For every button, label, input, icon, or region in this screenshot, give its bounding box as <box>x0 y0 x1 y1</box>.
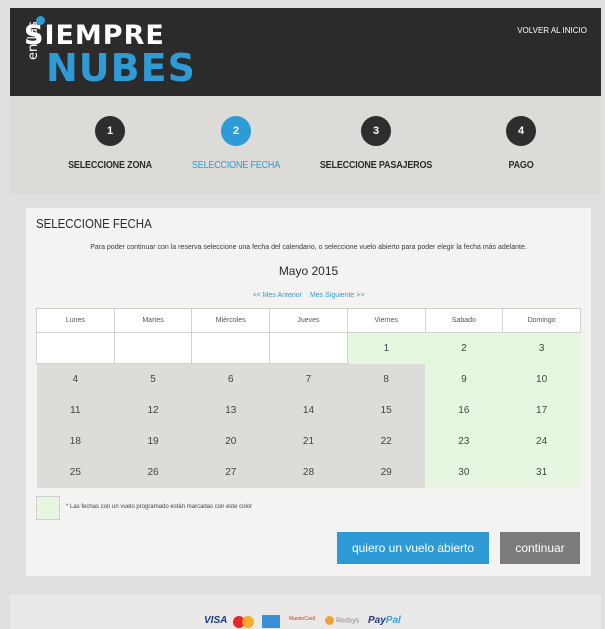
calendar-day[interactable]: 13 <box>191 394 270 426</box>
calendar-week: 4 5 6 7 8 9 10 <box>36 363 581 395</box>
step-label-2: SELECCIONE FECHA <box>191 160 281 171</box>
steps-progress: 1 SELECCIONE ZONA 2 SELECCIONE FECHA 3 S… <box>10 96 601 194</box>
mastercard-securecode-logo: MasterCard <box>289 616 316 622</box>
calendar-day[interactable]: 30 <box>425 456 503 488</box>
calendar-empty-cell <box>269 332 348 364</box>
logo-line2: NUBES <box>46 46 196 90</box>
step-number-4: 4 <box>506 116 536 146</box>
calendar-day[interactable]: 27 <box>191 456 270 488</box>
step-payment[interactable]: 4 PAGO <box>451 116 591 171</box>
calendar-day[interactable]: 15 <box>347 394 426 426</box>
calendar-grid: Lunes Martes Miércoles Jueves Viernes Sa… <box>36 308 581 488</box>
next-month-link[interactable]: Mes Siguiente >> <box>310 292 364 299</box>
weekday-sun: Domingo <box>502 308 581 333</box>
month-title: Mayo 2015 <box>278 264 339 278</box>
calendar-day[interactable]: 5 <box>114 363 192 395</box>
amex-icon <box>262 615 280 628</box>
step-number-2: 2 <box>221 116 251 146</box>
calendar-day[interactable]: 10 <box>502 363 581 395</box>
calendar-day[interactable]: 17 <box>502 394 581 426</box>
site-header: SIEMPRE en las NUBES VOLVER AL INICIO <box>10 8 601 96</box>
date-selection-card: SELECCIONE FECHA Para poder continuar co… <box>26 208 591 576</box>
weekday-sat: Sabado <box>424 308 504 333</box>
calendar-day[interactable]: 16 <box>425 394 503 426</box>
calendar-day[interactable]: 9 <box>425 363 503 395</box>
calendar-day[interactable]: 29 <box>347 456 426 488</box>
step-number-1: 1 <box>95 116 125 146</box>
card-title: SELECCIONE FECHA <box>36 216 152 231</box>
card-description: Para poder continuar con la reserva sele… <box>90 244 527 251</box>
calendar-day[interactable]: 24 <box>502 425 581 457</box>
back-to-home-link[interactable]: VOLVER AL INICIO <box>517 26 587 35</box>
calendar-week: 18 19 20 21 22 23 24 <box>36 425 581 457</box>
site-logo[interactable]: SIEMPRE en las NUBES <box>24 16 195 94</box>
open-flight-button[interactable]: quiero un vuelo abierto <box>337 532 489 564</box>
legend-text: * Las fechas con un vuelo programado est… <box>66 504 253 510</box>
weekday-header-row: Lunes Martes Miércoles Jueves Viernes Sa… <box>36 308 581 333</box>
weekday-wed: Miércoles <box>191 308 271 333</box>
calendar-day[interactable]: 18 <box>36 425 115 457</box>
calendar-day[interactable]: 6 <box>191 363 270 395</box>
calendar-week: 25 26 27 28 29 30 31 <box>36 456 581 488</box>
calendar-day[interactable]: 2 <box>425 332 503 364</box>
step-label-1: SELECCIONE ZONA <box>68 160 152 171</box>
legend-color-swatch <box>36 496 60 520</box>
payment-footer: VISA MasterCard Redsys PayPal <box>10 594 601 629</box>
calendar-day[interactable]: 31 <box>502 456 581 488</box>
weekday-tue: Martes <box>113 308 193 333</box>
step-date[interactable]: 2 SELECCIONE FECHA <box>166 116 306 171</box>
weekday-mon: Lunes <box>36 308 115 333</box>
calendar-day[interactable]: 8 <box>347 363 426 395</box>
logo-small-text: en las <box>26 21 41 60</box>
mastercard-icon <box>233 616 255 628</box>
continue-button[interactable]: continuar <box>500 532 580 564</box>
weekday-fri: Viernes <box>346 308 426 333</box>
month-navigation: << Mes Anterior Mes Siguiente >> <box>26 292 591 299</box>
weekday-thu: Jueves <box>269 308 348 333</box>
prev-month-link[interactable]: << Mes Anterior <box>253 292 302 299</box>
redsys-logo: Redsys <box>325 616 359 625</box>
calendar-day[interactable]: 21 <box>269 425 348 457</box>
calendar-empty-cell <box>36 332 115 364</box>
step-label-4: PAGO <box>508 160 534 171</box>
paypal-logo: PayPal <box>368 615 401 626</box>
step-label-3: SELECCIONE PASAJEROS <box>319 160 433 171</box>
calendar-day[interactable]: 23 <box>425 425 503 457</box>
calendar-day[interactable]: 25 <box>36 456 115 488</box>
calendar-day[interactable]: 11 <box>36 394 115 426</box>
calendar-day[interactable]: 1 <box>347 332 426 364</box>
calendar-day[interactable]: 14 <box>269 394 348 426</box>
calendar-week: 1 2 3 <box>36 332 581 364</box>
calendar-day[interactable]: 4 <box>36 363 115 395</box>
calendar-week: 11 12 13 14 15 16 17 <box>36 394 581 426</box>
calendar-empty-cell <box>113 332 193 364</box>
calendar-day[interactable]: 26 <box>114 456 192 488</box>
calendar-empty-cell <box>191 332 271 364</box>
calendar-day[interactable]: 19 <box>114 425 192 457</box>
calendar-day[interactable]: 12 <box>114 394 192 426</box>
step-number-3: 3 <box>361 116 391 146</box>
calendar-day[interactable]: 20 <box>191 425 270 457</box>
step-zone[interactable]: 1 SELECCIONE ZONA <box>40 116 180 171</box>
step-passengers[interactable]: 3 SELECCIONE PASAJEROS <box>306 116 446 171</box>
calendar-day[interactable]: 7 <box>269 363 348 395</box>
calendar-day[interactable]: 28 <box>269 456 348 488</box>
calendar-day[interactable]: 3 <box>502 332 581 364</box>
calendar-day[interactable]: 22 <box>347 425 426 457</box>
visa-logo: VISA <box>204 615 228 626</box>
